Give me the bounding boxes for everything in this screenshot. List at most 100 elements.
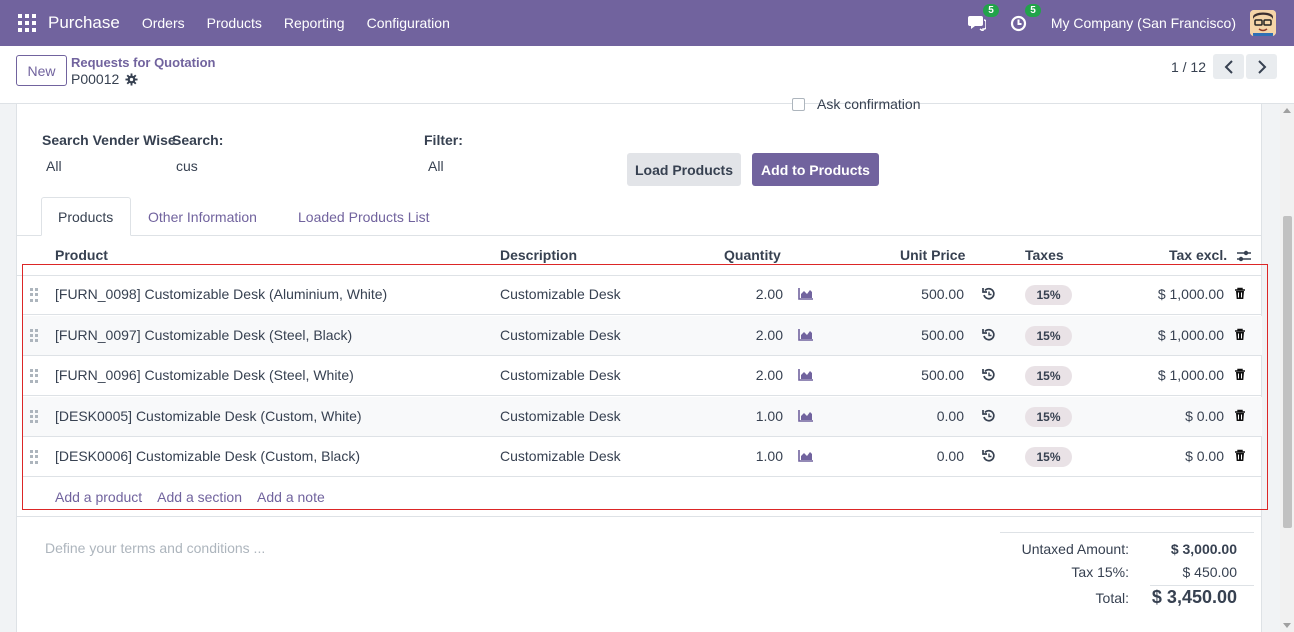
quantity-cell[interactable]: 2.00 [702,286,783,302]
add-note-link[interactable]: Add a note [257,489,325,505]
messages-button[interactable]: 5 [967,4,999,33]
tax-badge[interactable]: 15% [1025,325,1072,346]
drag-handle-icon[interactable] [30,369,38,383]
clock-icon [1011,15,1027,31]
app-name[interactable]: Purchase [48,13,120,33]
apps-menu-icon[interactable] [18,14,36,32]
forecast-chart-icon[interactable] [798,368,814,384]
drag-handle-icon[interactable] [30,409,38,424]
description-cell[interactable]: Customizable Desk [500,327,621,343]
control-panel: New Requests for Quotation P00012 1 / 12 [0,46,1294,104]
breadcrumb[interactable]: Requests for Quotation [71,55,215,70]
forecast-chart-icon[interactable] [798,409,814,425]
col-quantity[interactable]: Quantity [724,247,781,263]
user-avatar[interactable] [1250,10,1276,36]
description-cell[interactable]: Customizable Desk [500,408,621,424]
subtotal-cell: $ 1,000.00 [1157,367,1224,383]
table-row[interactable]: [FURN_0096] Customizable Desk (Steel, Wh… [22,356,1262,396]
col-taxes[interactable]: Taxes [1025,247,1064,263]
menu-orders[interactable]: Orders [142,15,185,31]
reset-price-icon[interactable] [982,409,996,426]
chevron-right-icon [1257,59,1266,74]
optional-columns-icon[interactable] [1236,249,1252,263]
unit-price-cell[interactable]: 500.00 [862,286,964,302]
menu-configuration[interactable]: Configuration [367,15,450,31]
pager-value[interactable]: 1 / 12 [1171,59,1206,75]
gear-icon[interactable] [125,72,138,86]
main-menu: Orders Products Reporting Configuration [142,15,472,31]
reset-price-icon[interactable] [982,287,996,304]
reset-price-icon[interactable] [982,449,996,466]
table-row[interactable]: [DESK0005] Customizable Desk (Custom, Wh… [22,396,1262,437]
quantity-cell[interactable]: 1.00 [702,448,783,464]
tax-badge[interactable]: 15% [1025,285,1072,305]
quantity-cell[interactable]: 2.00 [702,367,783,383]
pager-next-button[interactable] [1246,54,1277,79]
unit-price-cell[interactable]: 0.00 [862,408,964,424]
activities-button[interactable]: 5 [1009,4,1041,33]
forecast-chart-icon[interactable] [798,328,814,344]
tab-loaded-products-list[interactable]: Loaded Products List [282,197,446,236]
quantity-cell[interactable]: 1.00 [702,408,783,424]
scroll-down-arrow[interactable] [1283,623,1291,628]
new-button[interactable]: New [16,55,67,86]
drag-handle-icon[interactable] [30,288,38,302]
ask-confirmation-checkbox[interactable] [792,97,805,111]
table-row[interactable]: [DESK0006] Customizable Desk (Custom, Bl… [22,437,1262,477]
forecast-chart-icon[interactable] [798,287,814,303]
subtotal-cell: $ 1,000.00 [1157,326,1224,343]
forecast-chart-icon[interactable] [798,449,814,465]
unit-price-cell[interactable]: 0.00 [862,448,964,464]
terms-conditions-field[interactable]: Define your terms and conditions ... [45,540,265,556]
activities-badge: 5 [1025,4,1041,17]
quantity-cell[interactable]: 2.00 [702,327,783,343]
search-field[interactable]: cus [176,158,198,174]
add-section-link[interactable]: Add a section [157,489,242,505]
product-cell[interactable]: [DESK0005] Customizable Desk (Custom, Wh… [55,408,362,424]
col-description[interactable]: Description [500,247,577,263]
top-navbar: Purchase Orders Products Reporting Confi… [0,0,1294,46]
add-product-link[interactable]: Add a product [55,489,142,505]
company-switcher[interactable]: My Company (San Francisco) [1051,15,1236,31]
col-product[interactable]: Product [55,247,108,263]
drag-handle-icon[interactable] [30,450,38,464]
tab-products[interactable]: Products [41,197,131,236]
reset-price-icon[interactable] [982,368,996,385]
page-scrollbar[interactable] [1280,104,1294,632]
product-cell[interactable]: [DESK0006] Customizable Desk (Custom, Bl… [55,448,360,464]
product-cell[interactable]: [FURN_0098] Customizable Desk (Aluminium… [55,286,387,302]
add-to-products-button[interactable]: Add to Products [752,153,879,186]
tax-badge[interactable]: 15% [1025,447,1072,467]
delete-row-icon[interactable] [1234,449,1246,465]
description-cell[interactable]: Customizable Desk [500,367,621,383]
scroll-up-arrow[interactable] [1283,108,1291,113]
tab-other-information[interactable]: Other Information [132,197,273,236]
table-row[interactable]: [FURN_0098] Customizable Desk (Aluminium… [22,275,1262,315]
scroll-thumb[interactable] [1283,216,1292,528]
pager-previous-button[interactable] [1213,54,1244,79]
product-cell[interactable]: [FURN_0096] Customizable Desk (Steel, Wh… [55,367,354,383]
reset-price-icon[interactable] [982,328,996,345]
tax-label: Tax 15%: [1071,564,1129,580]
delete-row-icon[interactable] [1234,328,1246,344]
description-cell[interactable]: Customizable Desk [500,448,621,464]
menu-products[interactable]: Products [207,15,262,31]
unit-price-cell[interactable]: 500.00 [862,327,964,343]
col-unit-price[interactable]: Unit Price [900,247,965,263]
table-row[interactable]: [FURN_0097] Customizable Desk (Steel, Bl… [22,315,1262,356]
tax-badge[interactable]: 15% [1025,366,1072,386]
menu-reporting[interactable]: Reporting [284,15,345,31]
col-tax-excl[interactable]: Tax excl. [1169,247,1227,263]
description-cell[interactable]: Customizable Desk [500,286,621,302]
delete-row-icon[interactable] [1234,409,1246,425]
filter-field[interactable]: All [428,158,444,174]
load-products-button[interactable]: Load Products [627,153,741,186]
product-cell[interactable]: [FURN_0097] Customizable Desk (Steel, Bl… [55,327,352,343]
tax-badge[interactable]: 15% [1025,406,1072,427]
delete-row-icon[interactable] [1234,287,1246,303]
unit-price-cell[interactable]: 500.00 [862,367,964,383]
drag-handle-icon[interactable] [30,328,38,343]
search-vendor-field[interactable]: All [46,158,62,174]
delete-row-icon[interactable] [1234,368,1246,384]
ask-confirmation[interactable]: Ask confirmation [792,96,920,112]
